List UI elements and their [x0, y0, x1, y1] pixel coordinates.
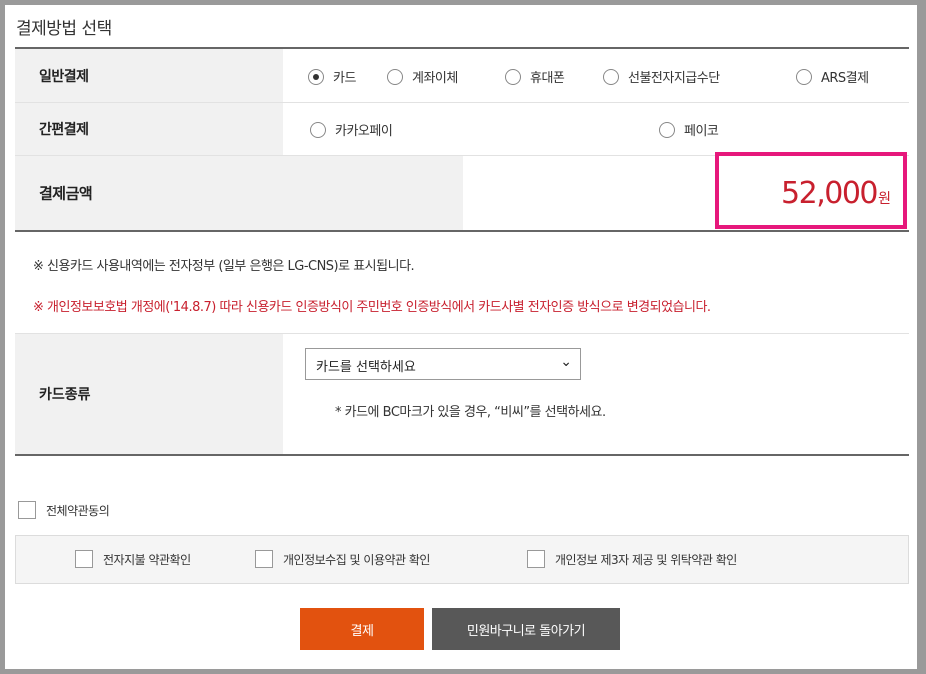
radio-kakaopay-dot[interactable] [310, 121, 326, 138]
radio-kakaopay[interactable]: 카카오페이 [310, 120, 393, 139]
amount-value: 52,000 [781, 176, 878, 211]
card-type-note: * 카드에 BC마크가 있을 경우, “비씨”를 선택하세요. [335, 405, 606, 420]
radio-prepaid-label: 선불전자지급수단 [628, 71, 720, 86]
radio-ars[interactable]: ARS결제 [796, 67, 869, 86]
radio-payco-dot[interactable] [659, 121, 675, 138]
amount-unit: 원 [878, 191, 891, 207]
card-type-header: 카드종류 [15, 334, 283, 454]
radio-card-dot[interactable] [308, 68, 324, 85]
back-to-basket-button[interactable]: 민원바구니로 돌아가기 [432, 608, 620, 650]
agree-all-checkbox[interactable]: 전체약관동의 [18, 501, 110, 519]
card-type-select-value: 카드를 선택하세요 [316, 360, 416, 375]
terms-third-party-checkbox[interactable]: 개인정보 제3자 제공 및 위탁약관 확인 [527, 550, 737, 568]
payment-panel: 결제방법 선택 일반결제 카드 계좌이체 휴대폰 선불전자지급수단 ARS결제 … [5, 5, 917, 669]
terms-third-party-box[interactable] [527, 550, 545, 568]
terms-third-party-label: 개인정보 제3자 제공 및 위탁약관 확인 [555, 552, 737, 567]
notice-statement: ※ 신용카드 사용내역에는 전자정부 (일부 은행은 LG-CNS)로 표시됩니… [33, 259, 415, 274]
radio-ars-label: ARS결제 [821, 71, 869, 86]
agree-all-box[interactable] [18, 501, 36, 519]
radio-kakaopay-label: 카카오페이 [335, 124, 393, 139]
amount-highlight-box: 52,000 원 [715, 152, 907, 229]
radio-mobile[interactable]: 휴대폰 [505, 67, 565, 86]
card-type-row: 카드종류 카드를 선택하세요 ⌄ * 카드에 BC마크가 있을 경우, “비씨”… [15, 333, 909, 456]
radio-card-label: 카드 [333, 71, 356, 86]
simple-payment-label: 간편결제 [39, 122, 89, 138]
terms-epay-box[interactable] [75, 550, 93, 568]
terms-privacy-collect-box[interactable] [255, 550, 273, 568]
card-type-select[interactable]: 카드를 선택하세요 ⌄ [305, 348, 581, 380]
terms-epay-label: 전자지불 약관확인 [103, 552, 191, 567]
radio-mobile-dot[interactable] [505, 68, 521, 85]
radio-payco[interactable]: 페이코 [659, 120, 719, 139]
simple-payment-row: 간편결제 [15, 103, 909, 156]
pay-button[interactable]: 결제 [300, 608, 424, 650]
terms-epay-checkbox[interactable]: 전자지불 약관확인 [75, 550, 191, 568]
section-title: 결제방법 선택 [16, 19, 112, 39]
radio-card[interactable]: 카드 [308, 67, 356, 86]
radio-payco-label: 페이코 [684, 124, 719, 139]
amount-label: 결제금액 [39, 184, 93, 203]
terms-privacy-collect-checkbox[interactable]: 개인정보수집 및 이용약관 확인 [255, 550, 430, 568]
notice-privacy-law: ※ 개인정보보호법 개정에('14.8.7) 따라 신용카드 인증방식이 주민번… [33, 300, 711, 315]
radio-bank-transfer-dot[interactable] [387, 68, 403, 85]
radio-mobile-label: 휴대폰 [530, 71, 565, 86]
terms-privacy-collect-label: 개인정보수집 및 이용약관 확인 [283, 552, 430, 567]
chevron-down-icon[interactable]: ⌄ [560, 354, 572, 370]
general-payment-row: 일반결제 [15, 49, 909, 103]
radio-bank-transfer[interactable]: 계좌이체 [387, 67, 458, 86]
amount-header: 결제금액 [15, 156, 463, 230]
general-payment-header: 일반결제 [15, 49, 283, 102]
general-payment-label: 일반결제 [39, 68, 89, 85]
agree-all-label: 전체약관동의 [46, 503, 110, 518]
radio-bank-transfer-label: 계좌이체 [412, 71, 458, 86]
radio-prepaid[interactable]: 선불전자지급수단 [603, 67, 720, 86]
simple-payment-header: 간편결제 [15, 103, 283, 155]
radio-ars-dot[interactable] [796, 68, 812, 85]
radio-prepaid-dot[interactable] [603, 68, 619, 85]
card-type-label: 카드종류 [39, 387, 91, 403]
